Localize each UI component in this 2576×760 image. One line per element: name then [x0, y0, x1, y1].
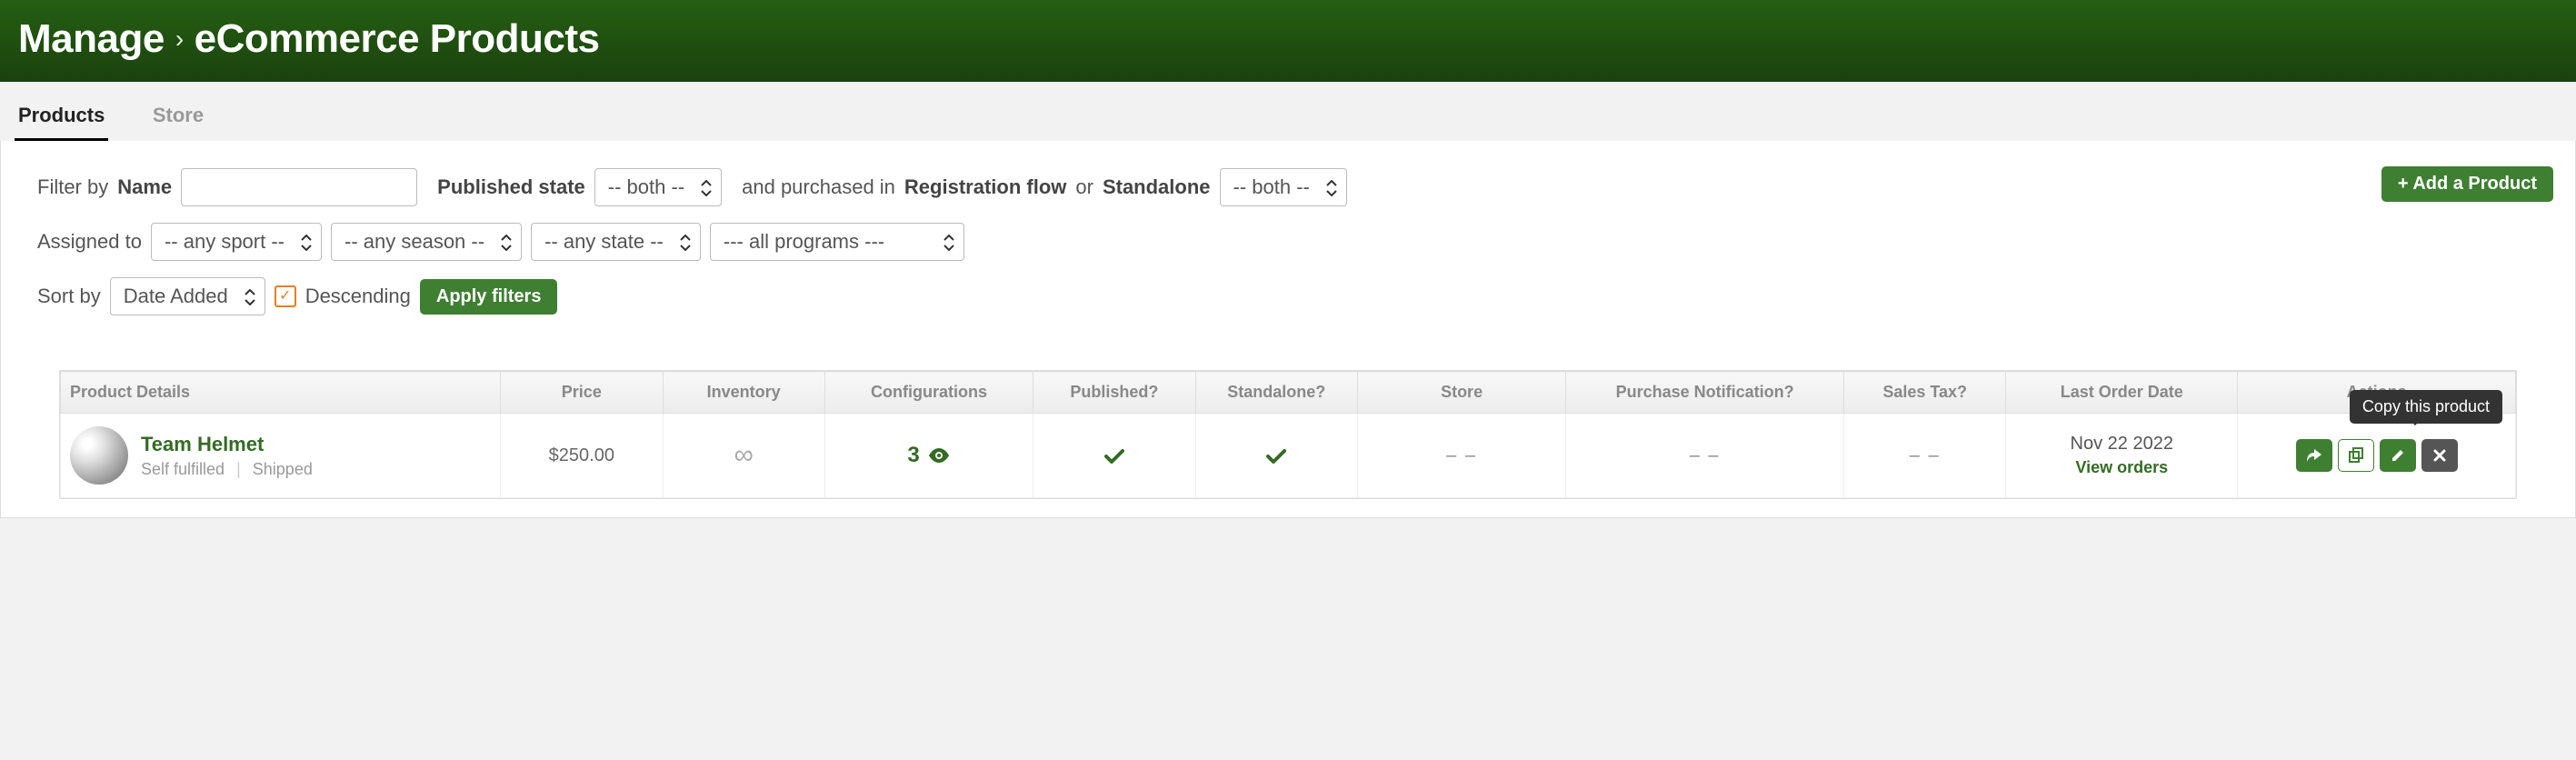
filter-row-2: Assigned to -- any sport -- -- any seaso…: [37, 223, 2539, 261]
th-inventory: Inventory: [663, 372, 824, 414]
breadcrumb-root: Manage: [18, 16, 165, 62]
notification-cell: – –: [1690, 445, 1721, 465]
breadcrumb-leaf: eCommerce Products: [195, 16, 600, 62]
edit-button[interactable]: [2380, 439, 2416, 472]
add-product-button[interactable]: + Add a Product: [2381, 166, 2553, 202]
state-select[interactable]: -- any state --: [531, 223, 701, 261]
filter-row-1: Filter by Name Published state -- both -…: [37, 168, 2539, 206]
filter-row-3: Sort by Date Added ✓ Descending Apply fi…: [37, 277, 2539, 315]
th-details: Product Details: [61, 372, 501, 414]
table-row: Team Helmet Self fulfilled | Shipped $25…: [61, 414, 2516, 498]
th-notification: Purchase Notification?: [1566, 372, 1844, 414]
published-check-icon: [1104, 443, 1124, 467]
sport-select[interactable]: -- any sport --: [151, 223, 322, 261]
ship-status: Shipped: [253, 460, 313, 478]
descending-checkbox[interactable]: ✓: [275, 285, 296, 307]
filter-by-label: Filter by: [37, 175, 108, 199]
share-button[interactable]: [2296, 439, 2332, 472]
purchased-or: or: [1075, 175, 1093, 199]
season-select[interactable]: -- any season --: [331, 223, 522, 261]
chevron-sort-icon: [301, 230, 312, 254]
inventory-infinity-icon: ∞: [734, 440, 753, 470]
th-store: Store: [1357, 372, 1565, 414]
product-meta: Self fulfilled | Shipped: [141, 460, 313, 479]
product-thumbnail: [70, 426, 128, 485]
th-lastorder: Last Order Date: [2006, 372, 2238, 414]
program-value: --- all programs ---: [724, 230, 884, 254]
tax-cell: – –: [1910, 445, 1941, 465]
close-icon: [2433, 445, 2446, 466]
chevron-sort-icon: [245, 285, 255, 308]
th-config: Configurations: [824, 372, 1033, 414]
descending-label: Descending: [305, 285, 411, 308]
chevron-sort-icon: [680, 230, 691, 254]
chevron-sort-icon: [944, 230, 954, 254]
published-state-value: -- both --: [608, 175, 684, 199]
last-order-date: Nov 22 2022: [2015, 434, 2228, 455]
published-state-select[interactable]: -- both --: [594, 168, 722, 206]
chevron-sort-icon: [701, 175, 712, 199]
products-table: Product Details Price Inventory Configur…: [59, 370, 2517, 499]
filter-name-input[interactable]: [181, 168, 417, 206]
state-value: -- any state --: [544, 230, 664, 254]
standalone-check-icon: [1266, 443, 1286, 467]
th-standalone: Standalone?: [1195, 372, 1357, 414]
actions-cell: Copy this product: [2247, 439, 2506, 472]
price-cell: $250.00: [501, 414, 663, 498]
delete-button[interactable]: [2421, 439, 2458, 472]
purchased-in-pre: and purchased in: [742, 175, 895, 199]
season-value: -- any season --: [344, 230, 484, 254]
th-price: Price: [501, 372, 663, 414]
tabs: Products Store: [0, 82, 2576, 141]
th-published: Published?: [1033, 372, 1195, 414]
copy-tooltip: Copy this product: [2350, 390, 2502, 424]
sport-value: -- any sport --: [165, 230, 285, 254]
view-orders-link[interactable]: View orders: [2015, 458, 2228, 477]
product-name-link[interactable]: Team Helmet: [141, 433, 313, 456]
apply-filters-button[interactable]: Apply filters: [420, 279, 558, 315]
filter-by-name-label: Name: [117, 175, 172, 199]
table-header-row: Product Details Price Inventory Configur…: [61, 372, 2516, 414]
standalone-select[interactable]: -- both --: [1220, 168, 1347, 206]
config-count: 3: [907, 443, 919, 468]
filter-panel: + Add a Product Filter by Name Published…: [0, 141, 2576, 518]
standalone-value: -- both --: [1233, 175, 1310, 199]
tab-store[interactable]: Store: [149, 104, 207, 138]
page-header: Manage › eCommerce Products: [0, 0, 2576, 82]
copy-icon: [2348, 445, 2364, 466]
tab-products[interactable]: Products: [15, 104, 108, 141]
breadcrumb-caret-icon: ›: [175, 25, 184, 54]
fulfillment-label: Self fulfilled: [141, 460, 225, 478]
configurations-link[interactable]: 3: [907, 443, 950, 468]
purchased-standalone-label: Standalone: [1103, 175, 1211, 199]
purchased-reg-label: Registration flow: [904, 175, 1066, 199]
assigned-to-label: Assigned to: [37, 230, 142, 254]
copy-button[interactable]: [2338, 439, 2374, 472]
sort-select[interactable]: Date Added: [110, 277, 265, 315]
store-cell: – –: [1446, 445, 1477, 465]
th-tax: Sales Tax?: [1844, 372, 2006, 414]
breadcrumb: Manage › eCommerce Products: [18, 16, 2558, 62]
meta-separator: |: [229, 460, 248, 478]
share-icon: [2306, 445, 2322, 466]
published-state-label: Published state: [437, 175, 585, 199]
chevron-sort-icon: [1326, 175, 1337, 199]
chevron-sort-icon: [501, 230, 512, 254]
sort-by-label: Sort by: [37, 285, 101, 308]
sort-value: Date Added: [124, 285, 228, 308]
product-details-cell: Team Helmet Self fulfilled | Shipped: [70, 426, 491, 485]
eye-icon: [927, 447, 951, 464]
pencil-icon: [2391, 445, 2405, 466]
program-select[interactable]: --- all programs ---: [710, 223, 964, 261]
